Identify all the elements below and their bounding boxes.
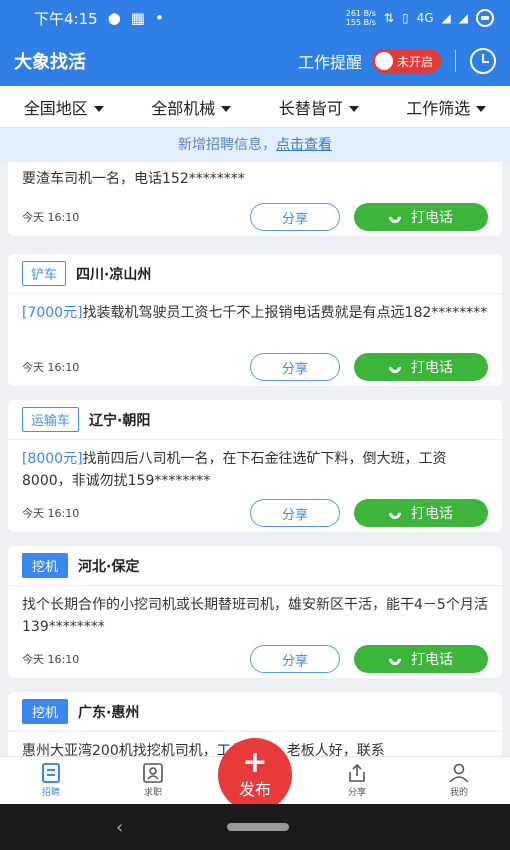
plus-icon: + [242,745,268,780]
post-time: 今天 16:10 [22,361,80,374]
signal-icon-2: ◢ [458,11,468,25]
status-time: 下午4:15 [34,9,98,28]
job-description: 找个长期合作的小挖司机或长期替班司机，雄安新区干活，能干4－5个月活139***… [22,597,488,635]
toggle-knob [374,52,393,70]
document-list-icon [42,763,60,783]
tab-job-seek[interactable]: 求职 [102,757,204,804]
job-card[interactable]: 运输车 辽宁·朝阳 [8000元]找前四后八司机一名，在下石金往选矿下料，倒大班… [8,400,502,532]
home-pill[interactable] [227,823,290,831]
machine-tag: 挖机 [22,553,69,578]
phone-icon [386,650,404,668]
filter-shift-type[interactable]: 长替皆可 [255,95,383,119]
job-card[interactable]: 铲车 四川·凉山州 [7000元]找装载机驾驶员工资七千不上报销电话费就是有点远… [8,254,502,386]
post-time: 今天 16:10 [22,507,80,520]
call-button[interactable]: 打电话 [354,499,488,527]
new-posts-notice: 新增招聘信息，点击查看 [0,128,510,162]
share-icon [349,763,365,782]
tab-mine[interactable]: 我的 [408,757,510,804]
phone-icon [386,504,404,522]
call-button[interactable]: 打电话 [354,203,488,231]
job-card[interactable]: 挖机 河北·保定 找个长期合作的小挖司机或长期替班司机，雄安新区干活，能干4－5… [8,546,502,678]
work-reminder-label: 工作提醒 [297,53,362,72]
app-title: 大象找活 [14,52,86,73]
filter-region[interactable]: 全国地区 [0,95,128,119]
job-location: 辽宁·朝阳 [89,412,151,429]
filter-work[interactable]: 工作筛选 [383,95,510,119]
share-button[interactable]: 分享 [250,499,340,527]
post-time: 今天 16:10 [22,653,80,666]
post-time: 今天 16:10 [22,211,80,224]
job-description: [7000元]找装载机驾驶员工资七千不上报销电话费就是有点远182*******… [22,305,488,321]
machine-tag: 铲车 [22,261,67,286]
phone-icon [386,358,404,376]
job-description: [8000元]找前四后八司机一名，在下石金往选矿下料，倒大班，工资8000，非诚… [22,451,447,489]
job-description: 要渣车司机一名，电话152******** [22,171,245,187]
wechat-icon: ● [107,9,121,27]
machine-tag: 运输车 [22,407,80,432]
net-speed: 261 B/s 155 B/s [345,9,376,27]
caret-down-icon [476,106,487,112]
signal-icon: ◢ [441,11,451,25]
salary: [8000元] [22,451,83,467]
call-button[interactable]: 打电话 [354,353,488,381]
share-button[interactable]: 分享 [250,353,340,381]
dot-icon: • [154,9,164,27]
divider [455,50,456,72]
caret-down-icon [221,106,232,112]
publish-button[interactable]: + 发布 [218,738,292,812]
view-new-posts-link[interactable]: 点击查看 [276,137,332,153]
data-arrows-icon: ⇅ [383,11,394,25]
caret-down-icon [93,106,104,112]
job-list[interactable]: 要渣车司机一名，电话152******** 今天 16:10 分享 打电话 铲车… [0,162,510,756]
filter-bar: 全国地区 全部机械 长替皆可 工作筛选 [0,86,510,128]
battery-icon [476,9,494,27]
person-card-icon [143,763,163,783]
phone-icon [386,208,404,226]
tab-recruit[interactable]: 招聘 [0,757,102,804]
status-bar: 下午4:15 ● ▦ • 261 B/s 155 B/s ⇅ ▯ 4G ◢ ◢ [0,0,510,36]
share-button[interactable]: 分享 [250,645,340,673]
call-button[interactable]: 打电话 [354,645,488,673]
filter-machinery[interactable]: 全部机械 [128,95,256,119]
history-clock-icon[interactable] [470,48,496,74]
vibrate-icon: ▯ [401,11,409,25]
tab-share[interactable]: 分享 [306,757,408,804]
reminder-toggle[interactable]: 未开启 [371,49,441,73]
system-nav-bar: ‹ [0,804,510,850]
job-location: 广东·惠州 [78,704,140,721]
salary: [7000元] [22,305,83,321]
job-location: 河北·保定 [78,558,140,575]
share-button[interactable]: 分享 [250,203,340,231]
job-location: 四川·凉山州 [76,266,152,283]
app-bar: 大象找活 工作提醒 未开启 [0,36,510,86]
user-icon [449,763,469,783]
machine-tag: 挖机 [22,699,69,724]
caret-down-icon [348,106,359,112]
back-chevron-icon[interactable]: ‹ [116,817,123,838]
job-card[interactable]: 要渣车司机一名，电话152******** 今天 16:10 分享 打电话 [8,162,502,236]
toggle-label: 未开启 [396,54,433,69]
calendar-icon: ▦ [130,9,145,27]
network-type: 4G [416,11,434,25]
